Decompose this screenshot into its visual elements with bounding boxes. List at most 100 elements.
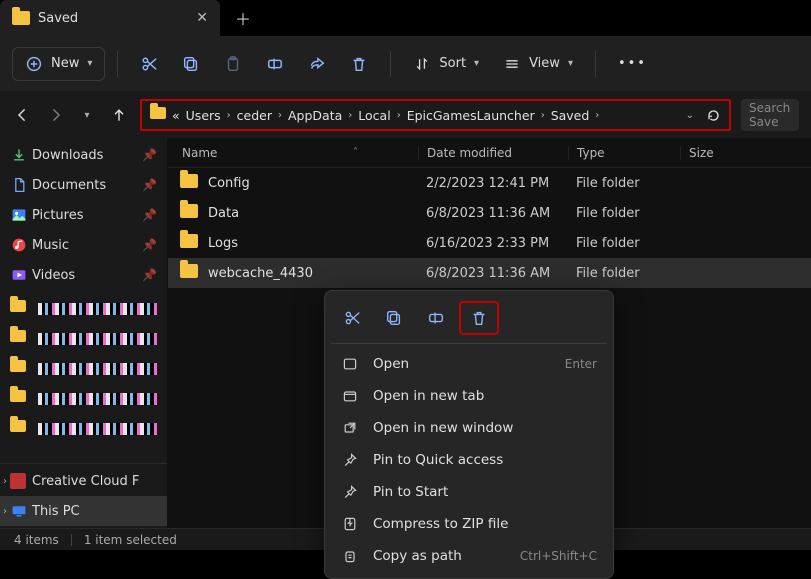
context-item[interactable]: Copy as pathCtrl+Shift+C	[331, 540, 607, 572]
sidebar-item-pictures[interactable]: Pictures 📌	[0, 200, 167, 230]
cut-button[interactable]	[130, 48, 168, 80]
column-type[interactable]: Type	[568, 146, 680, 160]
up-button[interactable]	[108, 104, 130, 126]
delete-button[interactable]	[340, 48, 378, 80]
context-label: Open	[373, 356, 409, 372]
pin-icon: 📌	[142, 238, 157, 252]
share-button[interactable]	[298, 48, 336, 80]
context-label: Pin to Quick access	[373, 452, 503, 468]
sidebar-item-documents[interactable]: Documents📌	[0, 170, 167, 200]
cell-name: webcache_4430	[208, 266, 313, 281]
search-input[interactable]: Search Save	[741, 99, 799, 131]
table-row[interactable]: Data6/8/2023 11:36 AMFile folder	[168, 198, 811, 228]
context-cut[interactable]	[333, 302, 371, 334]
sidebar-item-creative-cloud[interactable]: › Creative Cloud F	[0, 466, 167, 496]
context-item[interactable]: Pin to Start	[331, 476, 607, 508]
breadcrumb-seg[interactable]: Saved›	[551, 108, 600, 123]
address-row: ▾ « Users› ceder› AppData› Local› EpicGamesL…	[0, 92, 811, 138]
view-button[interactable]: View ▾	[493, 48, 583, 80]
sidebar-item-hidden[interactable]	[0, 414, 167, 444]
context-label: Compress to ZIP file	[373, 516, 508, 532]
chevron-right-icon: ›	[227, 110, 231, 121]
cell-date: 6/8/2023 11:36 AM	[418, 266, 568, 281]
context-label: Open in new tab	[373, 388, 484, 404]
new-tab-button[interactable]: ＋	[220, 0, 266, 36]
sort-indicator-icon: ˄	[353, 147, 358, 158]
back-button[interactable]	[12, 104, 34, 126]
open-icon	[341, 355, 359, 373]
cc-icon	[10, 473, 26, 489]
pin-icon: 📌	[142, 268, 157, 282]
forward-button[interactable]	[44, 104, 66, 126]
context-item[interactable]: Pin to Quick access	[331, 444, 607, 476]
pin-icon: 📌	[142, 178, 157, 192]
sidebar-item-label: Music	[32, 238, 69, 253]
table-row[interactable]: webcache_44306/8/2023 11:36 AMFile folde…	[168, 258, 811, 288]
chevron-right-icon: ›	[278, 110, 282, 121]
pc-icon	[10, 502, 28, 520]
sidebar-item-this-pc[interactable]: › This PC	[0, 496, 167, 526]
clipboard-icon	[224, 55, 242, 73]
chevron-right-icon: ›	[541, 110, 545, 121]
new-button[interactable]: New ▾	[12, 47, 105, 81]
chevron-down-icon: ▾	[474, 58, 479, 69]
copy-button[interactable]	[172, 48, 210, 80]
pin-icon: 📌	[142, 208, 157, 222]
trash-icon	[350, 55, 368, 73]
sidebar-item-label: Downloads	[32, 148, 103, 163]
context-item[interactable]: Open in new tab	[331, 380, 607, 412]
cell-date: 6/16/2023 2:33 PM	[418, 236, 568, 251]
cell-date: 2/2/2023 12:41 PM	[418, 176, 568, 191]
context-delete[interactable]	[459, 301, 499, 335]
chevron-right-icon: ›	[595, 110, 599, 121]
sort-button[interactable]: Sort ▾	[403, 48, 489, 80]
breadcrumb-overflow[interactable]: «	[172, 108, 180, 123]
paste-button[interactable]	[214, 48, 252, 80]
view-label: View	[529, 56, 560, 71]
context-item[interactable]: Compress to ZIP file	[331, 508, 607, 540]
newwin-icon	[341, 419, 359, 437]
document-icon	[10, 176, 28, 194]
folder-icon	[180, 264, 198, 282]
breadcrumb[interactable]: « Users› ceder› AppData› Local› EpicGamesLau…	[140, 99, 731, 131]
sort-label: Sort	[439, 56, 466, 71]
breadcrumb-seg[interactable]: Users›	[186, 108, 231, 123]
folder-icon	[150, 107, 166, 123]
sidebar-item-label: Pictures	[32, 208, 83, 223]
sidebar-item-hidden[interactable]	[0, 324, 167, 354]
column-name[interactable]: Name ˄	[168, 146, 418, 160]
more-button[interactable]: •••	[608, 48, 657, 80]
breadcrumb-seg[interactable]: ceder›	[237, 108, 282, 123]
column-size[interactable]: Size	[680, 146, 811, 160]
close-icon[interactable]: ✕	[196, 10, 208, 26]
breadcrumb-seg[interactable]: Local›	[358, 108, 400, 123]
refresh-button[interactable]	[706, 108, 721, 123]
sidebar-item-hidden[interactable]	[0, 384, 167, 414]
chevron-down-icon[interactable]: ⌄	[686, 110, 694, 121]
context-rename[interactable]	[417, 302, 455, 334]
column-date[interactable]: Date modified	[418, 146, 568, 160]
window-tab[interactable]: Saved ✕	[0, 0, 220, 36]
context-item[interactable]: Open in new window	[331, 412, 607, 444]
search-placeholder: Search Save	[749, 101, 791, 129]
table-row[interactable]: Config2/2/2023 12:41 PMFile folder	[168, 168, 811, 198]
folder-icon	[180, 174, 198, 192]
recent-button[interactable]: ▾	[76, 104, 98, 126]
sidebar: Downloads📌Documents📌Pictures📌Music📌Video…	[0, 138, 168, 528]
context-item[interactable]: OpenEnter	[331, 348, 607, 380]
rename-button[interactable]	[256, 48, 294, 80]
context-label: Pin to Start	[373, 484, 448, 500]
sidebar-item-hidden[interactable]	[0, 294, 167, 324]
cell-name: Data	[208, 206, 239, 221]
pin-icon	[341, 451, 359, 469]
sidebar-item-music[interactable]: Music 📌	[0, 230, 167, 260]
music-icon	[10, 236, 28, 254]
table-row[interactable]: Logs6/16/2023 2:33 PMFile folder	[168, 228, 811, 258]
breadcrumb-seg[interactable]: AppData›	[288, 108, 352, 123]
context-copy[interactable]	[375, 302, 413, 334]
sidebar-item-downloads[interactable]: Downloads📌	[0, 140, 167, 170]
cell-type: File folder	[568, 236, 680, 251]
sidebar-item-hidden[interactable]	[0, 354, 167, 384]
sidebar-item-videos[interactable]: Videos📌	[0, 260, 167, 290]
breadcrumb-seg[interactable]: EpicGamesLauncher›	[407, 108, 545, 123]
